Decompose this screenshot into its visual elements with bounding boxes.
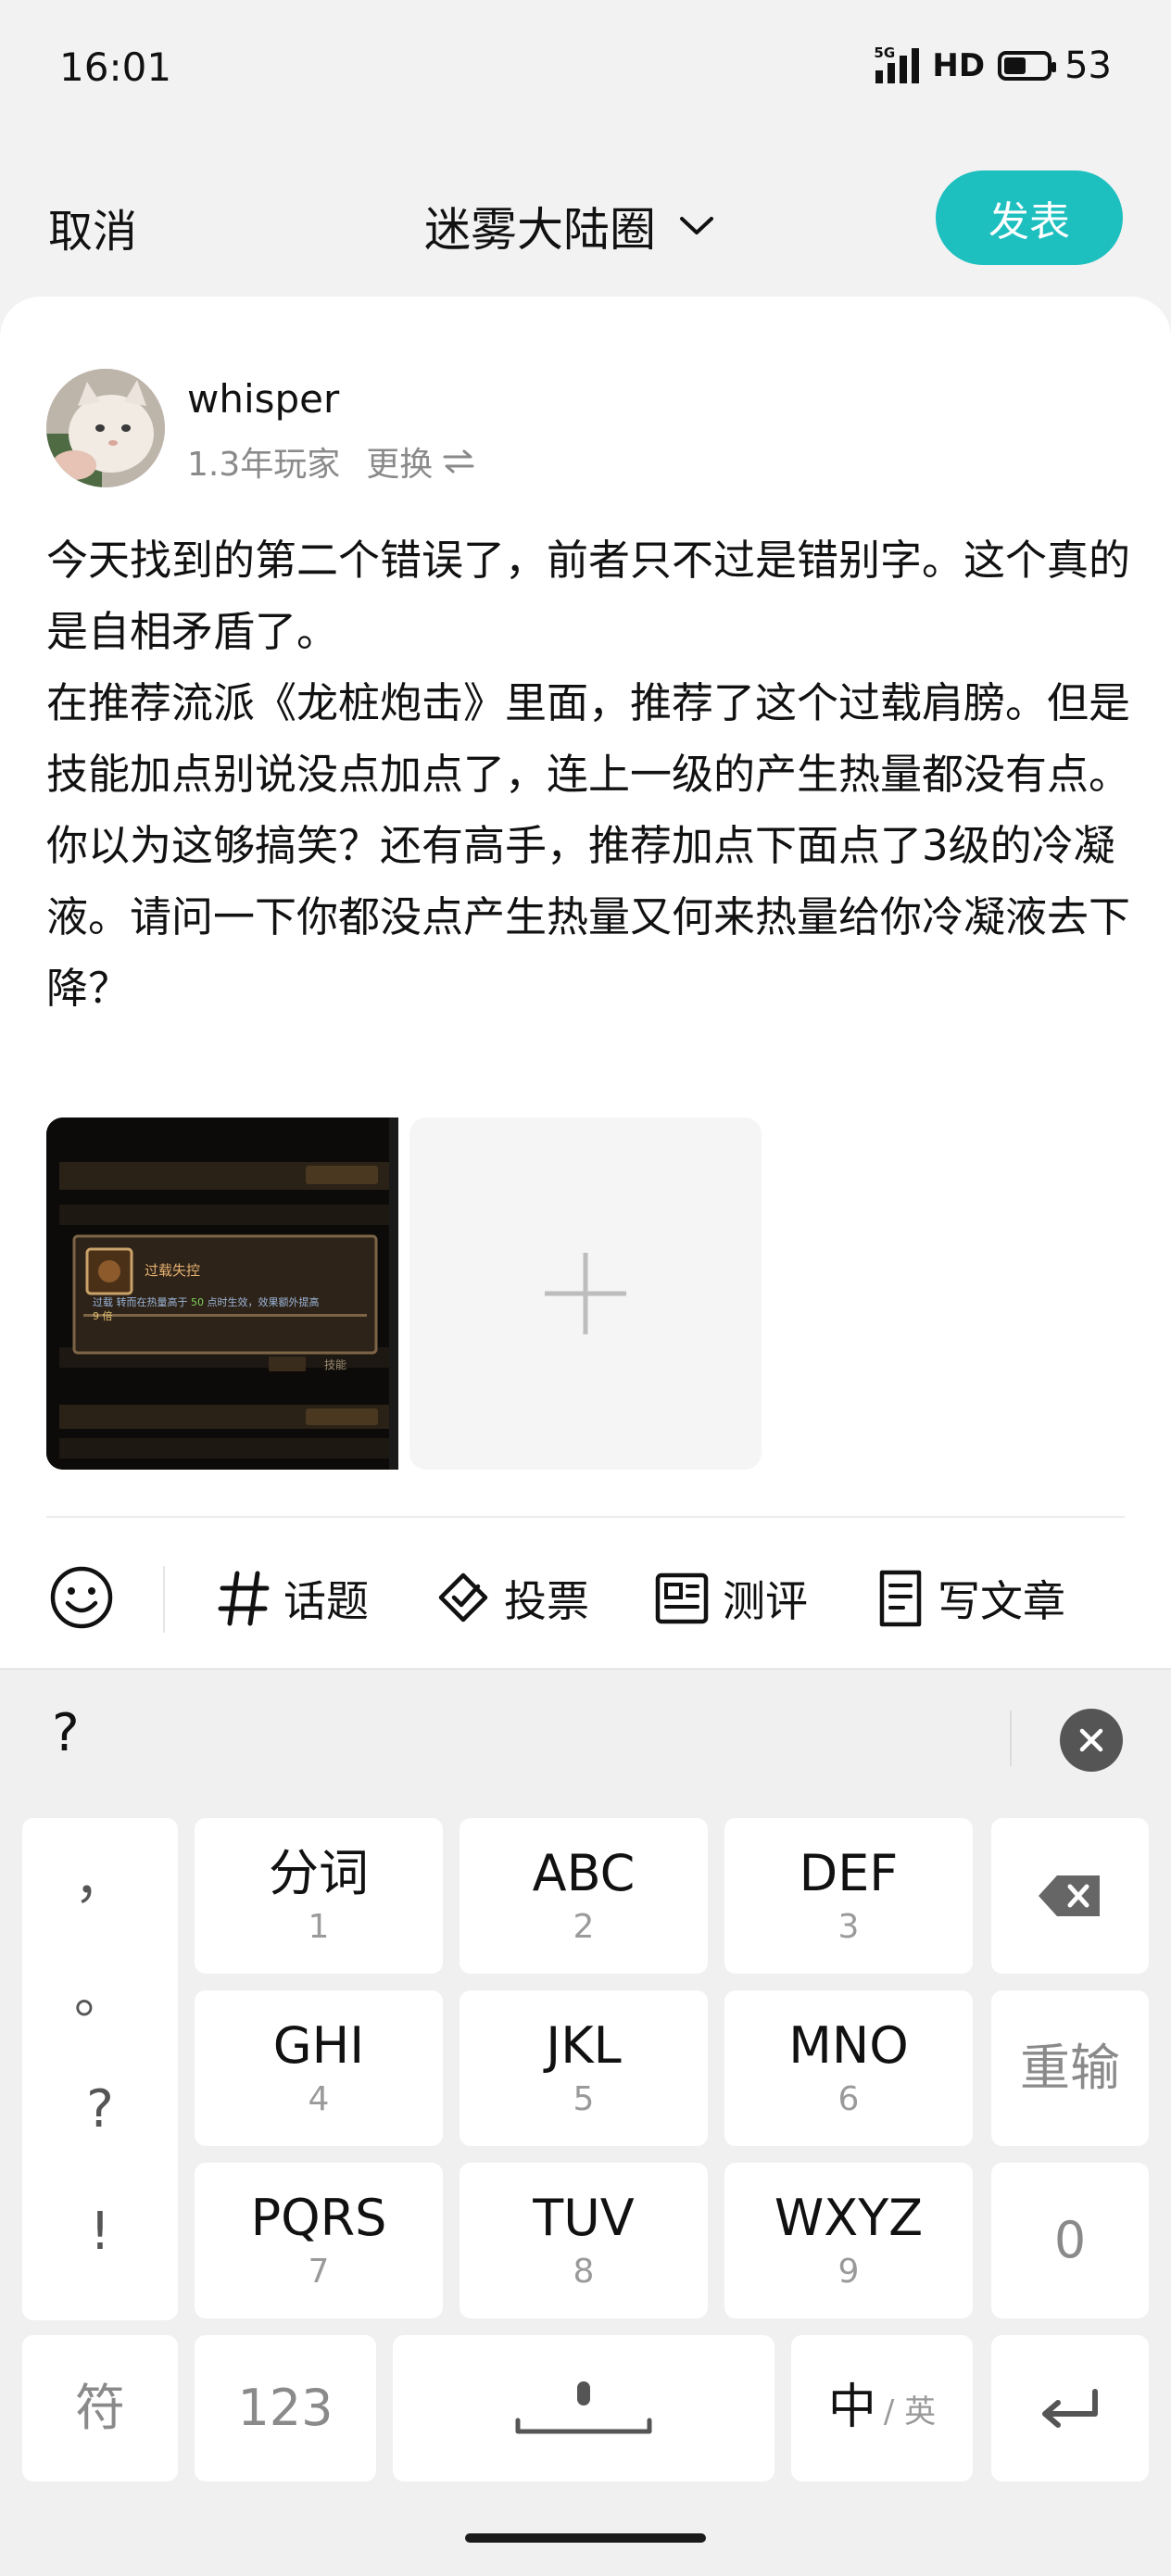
compose-header: 取消 迷雾大陆圈 发表 [0, 139, 1171, 297]
enter-icon [1042, 2389, 1098, 2428]
vote-label: 投票 [504, 1576, 589, 1626]
language-switch-key[interactable]: 中 / 英 [791, 2335, 973, 2481]
zero-key[interactable]: 0 [991, 2163, 1149, 2318]
punct-key-period[interactable]: 。 [22, 1953, 178, 2028]
key-6[interactable]: MNO 6 [724, 1990, 973, 2146]
key-3[interactable]: DEF 3 [724, 1818, 973, 1974]
ime-keyboard: ， 。 ? ! 分词 1 ABC 2 DEF 3 GHI 4 JKL 5 MNO 6 重输 … [0, 1809, 1171, 2576]
status-time: 16:01 [59, 44, 172, 90]
key-1[interactable]: 分词 1 [195, 1818, 443, 1974]
key-9[interactable]: WXYZ 9 [724, 2163, 973, 2318]
retype-key[interactable]: 重输 [991, 1990, 1149, 2146]
numbers-key[interactable]: 123 [195, 2335, 376, 2481]
circle-name: 迷雾大陆圈 [424, 203, 656, 257]
divider [46, 1516, 1125, 1518]
home-indicator[interactable] [465, 2533, 706, 2543]
candidate-divider [1010, 1711, 1012, 1766]
signal-icon: 5G [874, 44, 920, 83]
article-label: 写文章 [938, 1576, 1065, 1626]
key-4[interactable]: GHI 4 [195, 1990, 443, 2146]
emoji-icon[interactable] [48, 1564, 115, 1631]
topic-label: 话题 [283, 1576, 369, 1626]
write-article-button[interactable]: 写文章 [876, 1568, 1065, 1629]
punct-key-question[interactable]: ? [22, 2079, 178, 2140]
close-icon[interactable] [1060, 1709, 1123, 1772]
enter-key[interactable] [991, 2335, 1149, 2481]
switch-label: 更换 [366, 446, 434, 484]
candidate-word[interactable]: ? [52, 1703, 80, 1763]
symbols-key[interactable]: 符 [22, 2335, 178, 2481]
player-tenure: 1.3年玩家 [187, 446, 341, 484]
ime-candidate-bar: ? [0, 1668, 1171, 1809]
compose-toolbar: 话题 投票 测评 写文章 [0, 1529, 1171, 1668]
punct-key-comma[interactable]: ， [22, 1838, 178, 1913]
toolbar-divider [163, 1566, 165, 1633]
popup-title: 过载失控 [145, 1262, 201, 1279]
article-icon [879, 1570, 922, 1627]
publish-button[interactable]: 发表 [936, 170, 1123, 265]
review-icon [655, 1572, 709, 1624]
punct-key-exclaim[interactable]: ! [22, 2202, 178, 2262]
chevron-down-icon [680, 217, 713, 234]
attached-image[interactable]: 过载失控 过载 转而在热量高于 50 点时生效，效果额外提高 9 倍 技能 [46, 1118, 398, 1470]
hashtag-icon [218, 1571, 270, 1626]
add-image-button[interactable] [409, 1118, 762, 1470]
battery-level: 53 [1064, 44, 1112, 87]
punctuation-column: ， 。 ? ! [22, 1818, 178, 2320]
compose-card: whisper 1.3年玩家 更换 今天找到的第二个错误了，前者只不过是错别字。… [0, 297, 1171, 1529]
space-key[interactable] [393, 2335, 774, 2481]
post-text-input[interactable]: 今天找到的第二个错误了，前者只不过是错别字。这个真的是自相矛盾了。 在推荐流派《… [46, 524, 1130, 1024]
review-label: 测评 [723, 1576, 808, 1626]
backspace-icon [1039, 1875, 1100, 1916]
key-2[interactable]: ABC 2 [460, 1818, 708, 1974]
plus-icon [545, 1253, 626, 1334]
popup-description: 过载 转而在热量高于 50 点时生效，效果额外提高 9 倍 [93, 1296, 320, 1322]
key-5[interactable]: JKL 5 [460, 1990, 708, 2146]
skill-label: 技能 [324, 1358, 347, 1371]
avatar[interactable] [46, 369, 165, 487]
key-8[interactable]: TUV 8 [460, 2163, 708, 2318]
network-type: 5G [874, 44, 896, 61]
circle-selector[interactable]: 迷雾大陆圈 [424, 193, 715, 259]
status-icons: 5G HD 53 [874, 44, 1112, 87]
swap-icon [443, 449, 474, 474]
vote-button[interactable]: 投票 [435, 1568, 589, 1629]
switch-account-button[interactable]: 更换 [366, 437, 475, 486]
battery-icon [998, 51, 1057, 81]
microphone-icon [515, 2381, 652, 2434]
vote-icon [438, 1572, 488, 1623]
review-button[interactable]: 测评 [654, 1568, 808, 1629]
hd-indicator: HD [932, 47, 986, 84]
backspace-key[interactable] [991, 1818, 1149, 1974]
cancel-button[interactable]: 取消 [48, 195, 137, 259]
username: whisper [187, 376, 340, 422]
topic-button[interactable]: 话题 [217, 1568, 369, 1629]
user-meta: 1.3年玩家 更换 [187, 437, 475, 486]
status-bar: 16:01 5G HD 53 [0, 0, 1171, 139]
key-7[interactable]: PQRS 7 [195, 2163, 443, 2318]
